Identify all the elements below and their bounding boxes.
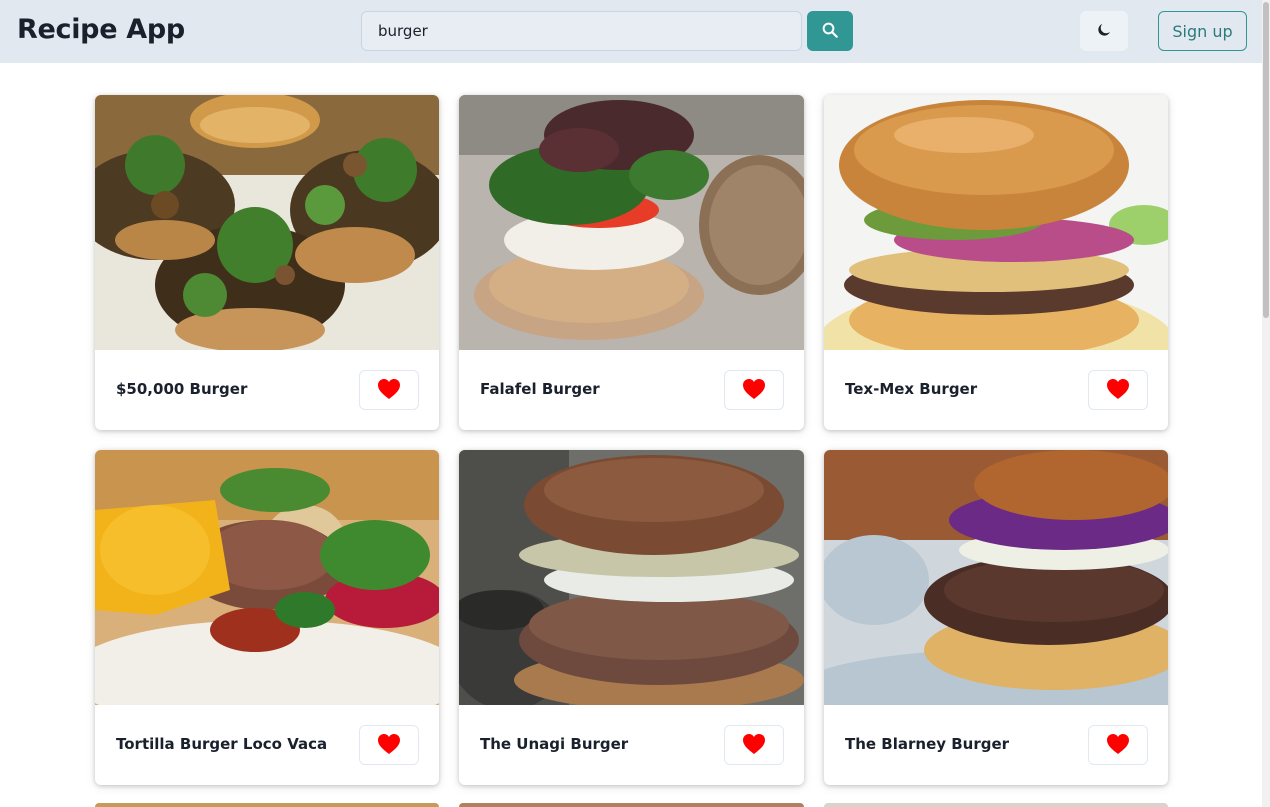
recipe-title[interactable]: Tortilla Burger Loco Vaca [116,735,327,753]
favorite-button[interactable] [359,725,419,765]
recipe-grid: $50,000 Burger Falafel Burger Tex-Mex Bu… [95,95,1168,785]
recipe-card[interactable]: The Unagi Burger [459,450,804,785]
recipe-title[interactable]: $50,000 Burger [116,380,247,398]
recipe-card-footer: Tex-Mex Burger [824,350,1168,430]
heart-icon [377,378,401,403]
theme-toggle-button[interactable] [1080,11,1128,51]
recipe-card[interactable]: The Blarney Burger [824,450,1168,785]
heart-icon [742,733,766,758]
recipe-card[interactable] [824,803,1168,807]
recipe-image[interactable] [459,95,804,350]
top-navbar: Recipe App Sign up [0,0,1262,63]
recipe-card[interactable]: Tex-Mex Burger [824,95,1168,430]
heart-icon [1106,378,1130,403]
favorite-button[interactable] [724,725,784,765]
favorite-button[interactable] [724,370,784,410]
recipe-image[interactable] [95,450,439,705]
scrollbar-thumb[interactable] [1263,2,1269,318]
favorite-button[interactable] [1088,725,1148,765]
next-recipe-row [95,803,1168,807]
search-input[interactable] [361,11,802,51]
recipe-card-footer: The Blarney Burger [824,705,1168,785]
search-icon [821,21,839,42]
recipe-title[interactable]: Falafel Burger [480,380,600,398]
favorite-button[interactable] [359,370,419,410]
app-title: Recipe App [17,14,185,45]
recipe-title[interactable]: The Unagi Burger [480,735,628,753]
heart-icon [377,733,401,758]
recipe-image[interactable] [824,450,1168,705]
recipe-card-footer: Tortilla Burger Loco Vaca [95,705,439,785]
recipe-card-footer: $50,000 Burger [95,350,439,430]
heart-icon [742,378,766,403]
favorite-button[interactable] [1088,370,1148,410]
recipe-card-footer: The Unagi Burger [459,705,804,785]
recipe-title[interactable]: The Blarney Burger [845,735,1009,753]
recipe-card[interactable] [459,803,804,807]
moon-icon [1096,22,1112,41]
recipe-image[interactable] [824,95,1168,350]
signup-button[interactable]: Sign up [1158,11,1247,51]
recipe-title[interactable]: Tex-Mex Burger [845,380,977,398]
recipe-image[interactable] [95,95,439,350]
page-scrollbar[interactable] [1262,0,1270,807]
heart-icon [1106,733,1130,758]
recipe-card-footer: Falafel Burger [459,350,804,430]
recipe-card[interactable] [95,803,439,807]
recipe-card[interactable]: Tortilla Burger Loco Vaca [95,450,439,785]
search-button[interactable] [807,11,853,51]
recipe-card[interactable]: Falafel Burger [459,95,804,430]
recipe-image[interactable] [459,450,804,705]
recipe-card[interactable]: $50,000 Burger [95,95,439,430]
recipe-app-page: Recipe App Sign up [0,0,1270,807]
